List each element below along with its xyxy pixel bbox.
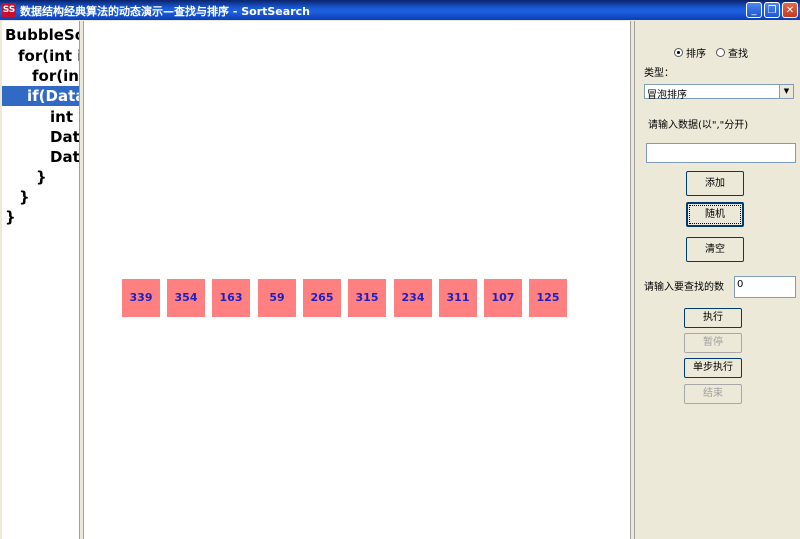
search-radio-label: 查找 [728,49,748,60]
code-line: } [36,168,47,186]
animation-canvas: 339 354 163 59 265 315 234 311 107 125 [84,21,630,539]
array-cell: 339 [122,279,160,317]
control-panel: 排序 查找 类型： 冒泡排序 ▼ 请输入数据(以","分开) 添加 随机 清空 … [636,21,800,539]
pause-button[interactable]: 暂停 [684,333,742,353]
radio-unselected-icon [716,48,725,57]
data-input[interactable] [646,143,796,163]
code-line: Dat [50,128,79,146]
sort-radio-label: 排序 [686,49,706,60]
random-button[interactable]: 随机 [686,202,744,227]
maximize-button[interactable]: ❐ [764,2,780,18]
end-button[interactable]: 结束 [684,384,742,404]
code-line: } [5,208,16,226]
code-line: BubbleSort [5,26,79,44]
array-cell: 265 [303,279,341,317]
close-button[interactable]: ✕ [782,2,798,18]
data-input-hint: 请输入数据(以","分开) [648,120,749,131]
run-button[interactable]: 执行 [684,308,742,328]
code-line: Dat [50,148,79,166]
app-icon: SS [2,3,16,17]
search-value-label: 请输入要查找的数 [644,282,724,293]
type-label: 类型： [644,68,674,79]
search-value-input[interactable]: 0 [734,276,796,298]
clear-button[interactable]: 清空 [686,237,744,262]
window-title: 数据结构经典算法的动态演示—查找与排序 - SortSearch [20,5,310,18]
code-line: int [50,108,73,126]
code-line: } [19,188,30,206]
type-select[interactable]: 冒泡排序 ▼ [644,84,794,101]
chevron-down-icon[interactable]: ▼ [779,85,793,98]
type-select-value: 冒泡排序 [647,90,687,101]
code-line-highlighted: if(Data [2,86,79,106]
step-button[interactable]: 单步执行 [684,358,742,378]
array-cell: 59 [258,279,296,317]
minimize-button[interactable]: _ [746,2,762,18]
array-cell: 354 [167,279,205,317]
array-cell: 315 [348,279,386,317]
right-splitter[interactable] [630,21,635,539]
code-panel: BubbleSort for(int i for(int if(Data int… [2,21,79,539]
array-cell: 311 [439,279,477,317]
code-line: for(int i [18,47,79,65]
radio-selected-icon [674,48,683,57]
array-cell: 125 [529,279,567,317]
array-cell: 163 [212,279,250,317]
sort-radio[interactable]: 排序 [674,45,706,60]
title-bar[interactable]: SS 数据结构经典算法的动态演示—查找与排序 - SortSearch _ ❐ … [0,0,800,20]
search-radio[interactable]: 查找 [716,45,748,60]
code-line: for(int [32,67,79,85]
add-button[interactable]: 添加 [686,171,744,196]
array-cell: 234 [394,279,432,317]
array-cell: 107 [484,279,522,317]
